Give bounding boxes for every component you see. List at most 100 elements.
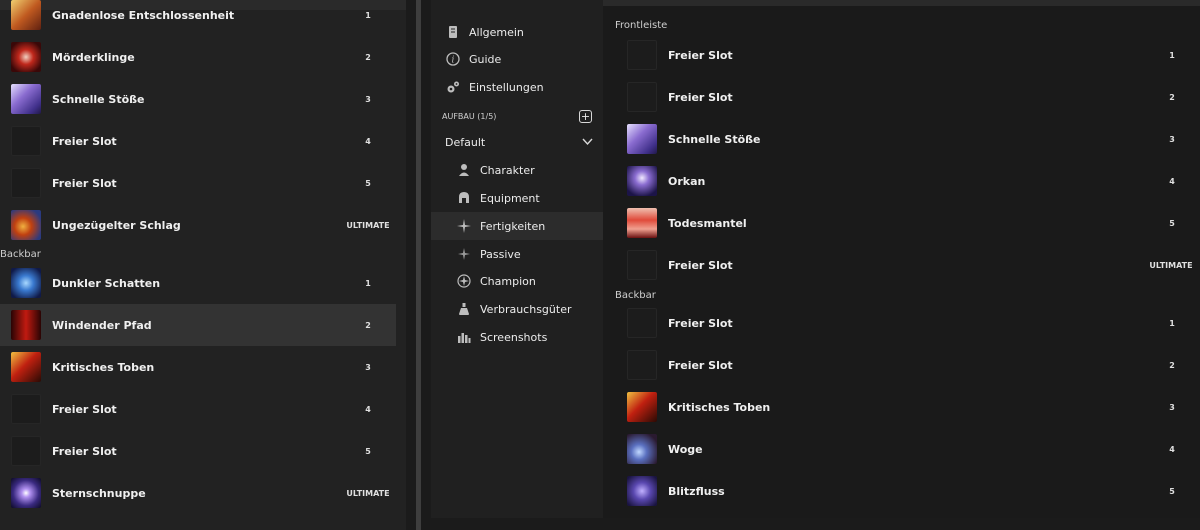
nav-label: Allgemein xyxy=(469,25,524,39)
build-select-value: Default xyxy=(445,135,486,149)
slot-number: 3 xyxy=(365,94,371,104)
blitzfluss-icon xyxy=(627,476,657,506)
skill-row[interactable]: Gnadenlose Entschlossenheit 1 xyxy=(0,0,396,36)
empty-slot-icon xyxy=(627,40,657,70)
skill-name: Kritisches Toben xyxy=(668,400,771,414)
skill-name: Ungezügelter Schlag xyxy=(52,218,181,232)
slot-number: 1 xyxy=(1169,318,1175,328)
skill-row[interactable]: Freier Slot 1 xyxy=(615,34,1200,76)
info-icon: i xyxy=(446,52,460,66)
ungezuegelter-schlag-icon xyxy=(11,210,41,240)
nav-item-equipment[interactable]: Equipment xyxy=(431,184,603,212)
moerderklinge-icon xyxy=(11,42,41,72)
skill-row[interactable]: Kritisches Toben 3 xyxy=(615,386,1200,428)
skill-name: Freier Slot xyxy=(52,444,117,458)
skill-name: Dunkler Schatten xyxy=(52,276,161,290)
left-skill-panel: Gnadenlose Entschlossenheit 1 Mörderklin… xyxy=(0,0,406,530)
skill-row[interactable]: Blitzfluss 5 xyxy=(615,470,1200,512)
skill-row[interactable]: Woge 4 xyxy=(615,428,1200,470)
helmet-icon xyxy=(457,191,471,205)
build-select[interactable]: Default xyxy=(431,128,603,156)
gears-icon xyxy=(446,80,460,94)
skill-row[interactable]: Freier Slot 4 xyxy=(0,120,396,162)
nav-item-screenshots[interactable]: Screenshots xyxy=(431,323,603,351)
slot-number: 1 xyxy=(1169,50,1175,60)
slot-number: 5 xyxy=(1169,218,1175,228)
nav-label: Guide xyxy=(469,52,502,66)
slot-number: 5 xyxy=(365,446,371,456)
add-build-button[interactable]: + xyxy=(579,110,592,123)
plus-icon: + xyxy=(580,110,591,123)
slot-number: 5 xyxy=(1169,486,1175,496)
empty-slot-icon xyxy=(11,126,41,156)
windender-pfad-icon xyxy=(11,310,41,340)
skill-row[interactable]: Freier Slot ULTIMATE xyxy=(615,244,1200,286)
empty-slot-icon xyxy=(627,82,657,112)
skill-row[interactable]: Schnelle Stöße 3 xyxy=(615,118,1200,160)
nav-label: Charakter xyxy=(480,163,535,177)
nav-label: Champion xyxy=(480,274,536,288)
skill-name: Gnadenlose Entschlossenheit xyxy=(52,8,235,22)
skill-name: Freier Slot xyxy=(668,358,733,372)
slot-number: 4 xyxy=(1169,444,1175,454)
slot-number: 2 xyxy=(1169,92,1175,102)
skill-row[interactable]: Freier Slot 1 xyxy=(615,302,1200,344)
slot-number: 4 xyxy=(1169,176,1175,186)
empty-slot-icon xyxy=(627,350,657,380)
skill-name: Sternschnuppe xyxy=(52,486,146,500)
empty-slot-icon xyxy=(11,436,41,466)
nav-label: Equipment xyxy=(480,191,540,205)
svg-text:i: i xyxy=(452,56,455,66)
character-icon xyxy=(457,163,471,177)
skill-row[interactable]: Freier Slot 5 xyxy=(0,162,396,204)
todesmantel-icon xyxy=(627,208,657,238)
skill-row[interactable]: Ungezügelter Schlag ULTIMATE xyxy=(0,204,396,246)
skill-name: Windender Pfad xyxy=(52,318,152,332)
skill-row[interactable]: Freier Slot 2 xyxy=(615,344,1200,386)
skill-row[interactable]: Freier Slot 2 xyxy=(615,76,1200,118)
build-header: AUFBAU (1/5) xyxy=(442,112,497,121)
skills-icon xyxy=(457,219,471,233)
skill-name: Freier Slot xyxy=(668,258,733,272)
schnelle-stoesse-icon xyxy=(11,84,41,114)
skill-name: Freier Slot xyxy=(668,48,733,62)
slot-number: ULTIMATE xyxy=(1149,260,1193,270)
kritisches-toben-icon xyxy=(627,392,657,422)
passive-icon xyxy=(457,247,471,261)
skill-row[interactable]: Schnelle Stöße 3 xyxy=(0,78,396,120)
skill-row[interactable]: Freier Slot 4 xyxy=(0,388,396,430)
nav-item-fertigkeiten[interactable]: Fertigkeiten xyxy=(431,212,603,240)
slot-number: 3 xyxy=(365,362,371,372)
nav-label: Screenshots xyxy=(480,330,548,344)
screenshots-icon xyxy=(457,330,471,344)
skill-name: Freier Slot xyxy=(52,134,117,148)
nav-item-champion[interactable]: Champion xyxy=(431,267,603,295)
slot-number: 1 xyxy=(365,10,371,20)
skill-row[interactable]: Orkan 4 xyxy=(615,160,1200,202)
nav-item-guide[interactable]: i Guide xyxy=(431,45,603,73)
backbar-label: Backbar xyxy=(0,249,41,260)
skill-row[interactable]: Freier Slot 5 xyxy=(0,430,396,472)
skill-name: Schnelle Stöße xyxy=(52,92,145,106)
skill-row-highlighted[interactable]: Windender Pfad 2 xyxy=(0,304,396,346)
nav-label: Fertigkeiten xyxy=(480,219,546,233)
empty-slot-icon xyxy=(11,394,41,424)
pane-divider[interactable] xyxy=(416,0,421,530)
skill-name: Kritisches Toben xyxy=(52,360,155,374)
nav-item-charakter[interactable]: Charakter xyxy=(431,156,603,184)
skill-row[interactable]: Kritisches Toben 3 xyxy=(0,346,396,388)
skill-row[interactable]: Mörderklinge 2 xyxy=(0,36,396,78)
nav-item-passive[interactable]: Passive xyxy=(431,240,603,268)
schnelle-stoesse-icon xyxy=(627,124,657,154)
skill-name: Mörderklinge xyxy=(52,50,135,64)
nav-item-verbrauchsgueter[interactable]: Verbrauchsgüter xyxy=(431,295,603,323)
nav-item-allgemein[interactable]: Allgemein xyxy=(431,18,603,46)
skill-row[interactable]: Dunkler Schatten 1 xyxy=(0,262,396,304)
skill-name: Freier Slot xyxy=(668,316,733,330)
skill-row[interactable]: Sternschnuppe ULTIMATE xyxy=(0,472,396,514)
nav-label: Passive xyxy=(480,247,521,261)
nav-item-einstellungen[interactable]: Einstellungen xyxy=(431,73,603,101)
skill-name: Schnelle Stöße xyxy=(668,132,761,146)
skill-row[interactable]: Todesmantel 5 xyxy=(615,202,1200,244)
slot-number: ULTIMATE xyxy=(346,488,390,498)
